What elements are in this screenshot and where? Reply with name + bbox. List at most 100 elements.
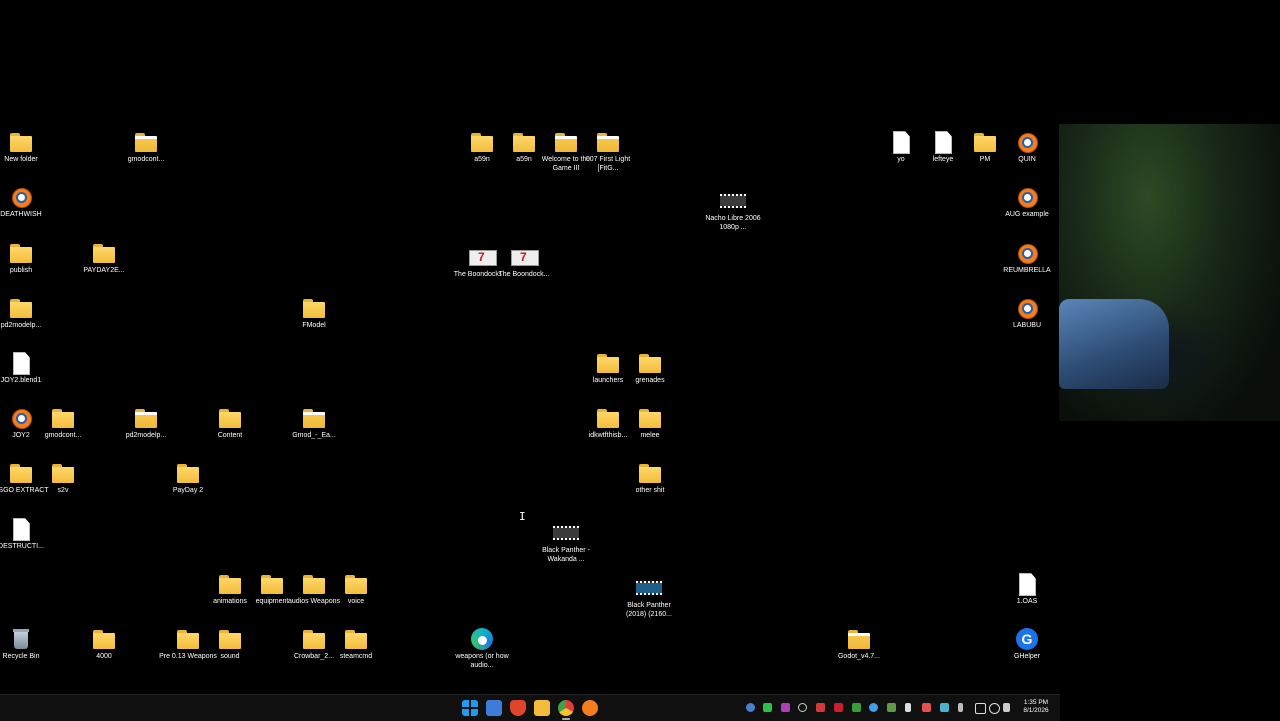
desktop-icon[interactable]: voice — [327, 572, 385, 607]
chrome-icon[interactable] — [558, 700, 574, 716]
desktop-icon-label: DESTRUCTI... — [0, 543, 44, 550]
desktop-icon[interactable]: steamcmd — [327, 627, 385, 662]
desktop-icon-label: sound — [220, 653, 240, 660]
brave-icon[interactable] — [510, 700, 526, 716]
edge-icon — [469, 627, 495, 651]
volume-icon[interactable] — [1003, 703, 1010, 712]
desktop-icon[interactable]: FModel — [285, 296, 343, 331]
video-file-icon — [511, 245, 539, 269]
blender-file-icon — [1014, 296, 1040, 320]
gallery-icon[interactable] — [486, 700, 502, 716]
desktop-icon[interactable]: DESTRUCTI... — [0, 517, 50, 552]
tray-app-icon[interactable] — [798, 703, 807, 712]
desktop-icon[interactable]: s2v — [34, 461, 92, 496]
desktop-icon[interactable]: DEATHWISH — [0, 185, 50, 220]
tray-app-icon[interactable] — [816, 703, 825, 712]
folder-icon — [50, 461, 76, 485]
blender-file-icon — [8, 406, 34, 430]
tray-app-icon[interactable] — [940, 703, 949, 712]
desktop-icon-label: PayDay 2 — [172, 487, 204, 494]
desktop-icon[interactable]: JOY2.blend1 — [0, 351, 50, 386]
desktop-icon-label: 4000 — [96, 653, 112, 660]
desktop-icon-label: Godot_v4.7... — [837, 653, 881, 660]
webcam-bed — [1059, 299, 1169, 389]
desktop-icon[interactable]: REUMBRELLA — [998, 241, 1056, 276]
folder-icon — [91, 241, 117, 265]
desktop-icon[interactable]: publish — [0, 241, 50, 276]
video-file-icon — [720, 189, 746, 213]
tray-app-icon[interactable] — [922, 703, 931, 712]
desktop-icon-label: Black Panther - Wakanda ... — [542, 547, 590, 563]
desktop-icon[interactable]: gmodcont... — [117, 130, 175, 165]
tray-app-icon[interactable] — [763, 703, 772, 712]
desktop-icon[interactable]: Black Panther - Wakanda ... — [537, 521, 595, 564]
desktop-icon-label: gmodcont... — [127, 156, 165, 163]
desktop-icon-label: FModel — [302, 322, 326, 329]
desktop-icon[interactable]: pd2modelp... — [0, 296, 50, 331]
desktop-icon[interactable]: 1.OAS — [998, 572, 1056, 607]
desktop-icon-label: 1.OAS — [1016, 598, 1038, 605]
desktop-icon[interactable]: melee — [621, 406, 679, 441]
desktop-icon[interactable]: sound — [201, 627, 259, 662]
tray-app-icon[interactable] — [905, 703, 911, 712]
clock-date: 8/1/2026 — [1023, 707, 1049, 714]
folder-icon — [301, 406, 327, 430]
blender-file-icon — [1014, 241, 1040, 265]
folder-icon — [301, 572, 327, 596]
folder-icon — [133, 406, 159, 430]
document-icon — [8, 351, 34, 375]
display-icon[interactable] — [975, 703, 986, 714]
file-explorer-icon[interactable] — [534, 700, 550, 716]
folder-icon — [301, 296, 327, 320]
desktop-icon-label: Gmod_-_Ea... — [292, 432, 336, 439]
desktop-icon-label: grenades — [635, 377, 665, 384]
tray-network-icon[interactable] — [746, 703, 755, 712]
tray-app-icon[interactable] — [781, 703, 790, 712]
desktop-icon[interactable]: Content — [201, 406, 259, 441]
desktop-icon[interactable]: Godot_v4.7... — [830, 627, 888, 662]
desktop-icon[interactable]: other shit — [621, 461, 679, 496]
desktop-icon[interactable]: The Boondock... — [495, 245, 553, 280]
desktop-icon[interactable]: PayDay 2 — [159, 461, 217, 496]
desktop-icon[interactable]: 4000 — [75, 627, 133, 662]
desktop-icon[interactable]: Black Panther (2018) (2160... — [620, 576, 678, 619]
desktop-icon[interactable]: Gmod_-_Ea... — [285, 406, 343, 441]
desktop-icon-label: s2v — [57, 487, 69, 494]
text-cursor-icon: I — [519, 510, 526, 523]
desktop-icon[interactable]: QUIN — [998, 130, 1056, 165]
clock[interactable]: 1:35 PM 8/1/2026 — [1018, 699, 1054, 715]
desktop-icon-label: Content — [217, 432, 243, 439]
video-file-icon — [553, 521, 579, 545]
desktop-icon[interactable]: pd2modelp... — [117, 406, 175, 441]
desktop-icon[interactable]: Recycle Bin — [0, 627, 50, 662]
folder-icon — [511, 130, 537, 154]
folder-icon — [175, 461, 201, 485]
folder-icon — [217, 627, 243, 651]
desktop-icon[interactable]: New folder — [0, 130, 50, 165]
folder-icon — [8, 241, 34, 265]
desktop-icon[interactable]: weapons (or how audio... — [453, 627, 511, 670]
start-icon[interactable] — [462, 700, 478, 716]
folder-icon — [343, 627, 369, 651]
blender-icon[interactable] — [582, 700, 598, 716]
folder-icon — [637, 461, 663, 485]
folder-icon — [50, 406, 76, 430]
tray-app-icon[interactable] — [852, 703, 861, 712]
ghelper-icon — [1014, 627, 1040, 651]
folder-icon — [553, 130, 579, 154]
desktop-icon[interactable]: gmodcont... — [34, 406, 92, 441]
tray-app-icon[interactable] — [834, 703, 843, 712]
desktop-icon-label: DEATHWISH — [0, 211, 42, 218]
tray-app-icon[interactable] — [887, 703, 896, 712]
tray-app-icon[interactable] — [869, 703, 878, 712]
desktop-icon[interactable]: 007 First Light [FitG... — [579, 130, 637, 173]
desktop-icon[interactable]: GHelper — [998, 627, 1056, 662]
desktop-icon-label: Black Panther (2018) (2160... — [626, 602, 672, 618]
desktop-icon[interactable]: LABUBU — [998, 296, 1056, 331]
desktop-icon[interactable]: Nacho Libre 2006 1080p ... — [704, 189, 762, 232]
desktop-icon[interactable]: PAYDAY2E... — [75, 241, 133, 276]
desktop-icon[interactable]: AUG example — [998, 185, 1056, 220]
wifi-icon[interactable] — [989, 703, 1000, 714]
microphone-icon[interactable] — [958, 703, 963, 712]
desktop-icon[interactable]: grenades — [621, 351, 679, 386]
